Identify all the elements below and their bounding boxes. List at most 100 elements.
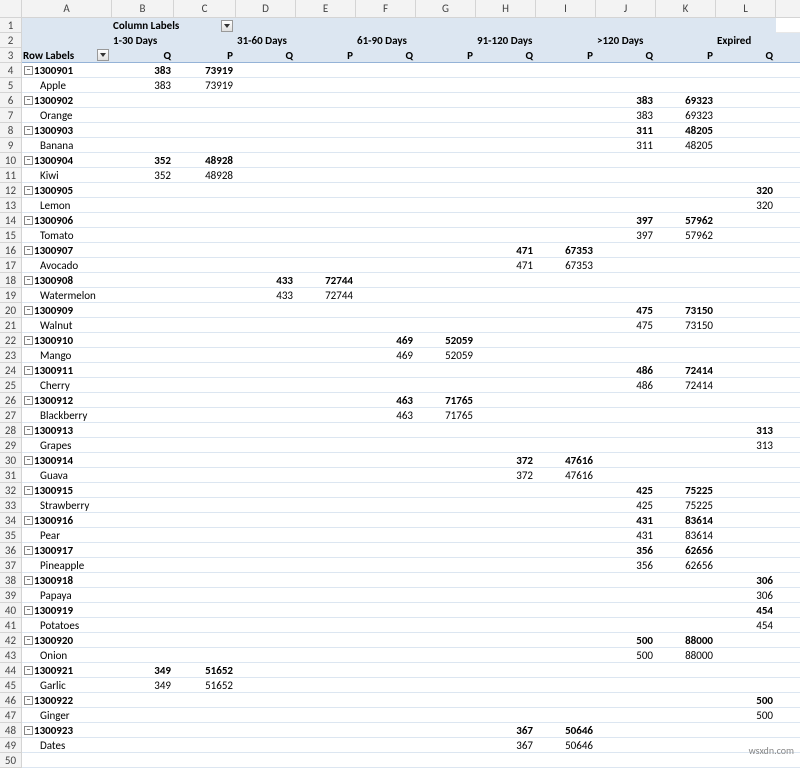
value-cell[interactable]: [236, 333, 296, 348]
collapse-icon[interactable]: −: [24, 516, 33, 525]
value-cell[interactable]: [716, 63, 776, 78]
value-cell[interactable]: 48928: [174, 168, 236, 183]
value-cell[interactable]: 372: [476, 468, 536, 483]
value-cell[interactable]: [476, 588, 536, 603]
value-cell[interactable]: [296, 348, 356, 363]
value-cell[interactable]: 75225: [656, 498, 716, 513]
pivot-item-label[interactable]: Cherry: [22, 378, 112, 393]
value-cell[interactable]: [174, 513, 236, 528]
value-cell[interactable]: 67353: [536, 243, 596, 258]
value-cell[interactable]: [112, 558, 174, 573]
row-number[interactable]: 15: [0, 228, 22, 243]
value-cell[interactable]: [536, 528, 596, 543]
collapse-icon[interactable]: −: [24, 546, 33, 555]
value-cell[interactable]: [476, 288, 536, 303]
value-cell[interactable]: [716, 453, 776, 468]
value-cell[interactable]: [236, 348, 296, 363]
value-cell[interactable]: [476, 393, 536, 408]
value-cell[interactable]: [656, 243, 716, 258]
value-cell[interactable]: [236, 78, 296, 93]
value-cell[interactable]: [476, 318, 536, 333]
value-cell[interactable]: [296, 63, 356, 78]
value-cell[interactable]: [776, 78, 800, 93]
value-cell[interactable]: [356, 558, 416, 573]
value-cell[interactable]: [416, 618, 476, 633]
value-cell[interactable]: [656, 678, 716, 693]
collapse-icon[interactable]: −: [24, 636, 33, 645]
value-cell[interactable]: [536, 543, 596, 558]
pivot-group-row[interactable]: −1300901: [22, 63, 112, 78]
value-cell[interactable]: [112, 393, 174, 408]
value-cell[interactable]: [476, 303, 536, 318]
value-cell[interactable]: [776, 288, 800, 303]
value-cell[interactable]: [476, 648, 536, 663]
value-cell[interactable]: [112, 498, 174, 513]
row-number[interactable]: 8: [0, 123, 22, 138]
column-header-K[interactable]: K: [656, 0, 716, 18]
value-cell[interactable]: [236, 483, 296, 498]
column-header-G[interactable]: G: [416, 0, 476, 18]
value-cell[interactable]: 463: [356, 393, 416, 408]
value-cell[interactable]: [716, 213, 776, 228]
row-number[interactable]: 39: [0, 588, 22, 603]
value-cell[interactable]: 57962: [656, 213, 716, 228]
value-cell[interactable]: [416, 153, 476, 168]
row-number[interactable]: 21: [0, 318, 22, 333]
value-cell[interactable]: [596, 663, 656, 678]
value-cell[interactable]: [656, 738, 716, 753]
value-cell[interactable]: 50646: [536, 723, 596, 738]
row-number[interactable]: 19: [0, 288, 22, 303]
value-cell[interactable]: [174, 723, 236, 738]
row-number[interactable]: 25: [0, 378, 22, 393]
value-cell[interactable]: [776, 213, 800, 228]
value-cell[interactable]: 471: [476, 258, 536, 273]
value-cell[interactable]: 306: [716, 573, 776, 588]
value-cell[interactable]: [536, 663, 596, 678]
value-cell[interactable]: [112, 408, 174, 423]
value-cell[interactable]: 469: [356, 348, 416, 363]
pivot-group-row[interactable]: −1300906: [22, 213, 112, 228]
value-cell[interactable]: [174, 633, 236, 648]
value-cell[interactable]: [236, 303, 296, 318]
value-cell[interactable]: [112, 318, 174, 333]
pivot-item-label[interactable]: Garlic: [22, 678, 112, 693]
value-cell[interactable]: [716, 483, 776, 498]
value-cell[interactable]: 72744: [296, 273, 356, 288]
value-cell[interactable]: [656, 183, 716, 198]
collapse-icon[interactable]: −: [24, 186, 33, 195]
value-cell[interactable]: [776, 678, 800, 693]
value-cell[interactable]: [776, 63, 800, 78]
pivot-group-row[interactable]: −1300909: [22, 303, 112, 318]
value-cell[interactable]: [236, 453, 296, 468]
value-cell[interactable]: [296, 648, 356, 663]
value-cell[interactable]: [476, 753, 536, 768]
value-cell[interactable]: [236, 108, 296, 123]
value-cell[interactable]: [416, 228, 476, 243]
value-cell[interactable]: [776, 108, 800, 123]
value-cell[interactable]: [174, 258, 236, 273]
value-cell[interactable]: 471: [476, 243, 536, 258]
row-number[interactable]: 12: [0, 183, 22, 198]
row-number[interactable]: 6: [0, 93, 22, 108]
value-cell[interactable]: [356, 663, 416, 678]
value-cell[interactable]: 356: [596, 558, 656, 573]
column-header-B[interactable]: B: [112, 0, 174, 18]
row-number[interactable]: 2: [0, 33, 22, 48]
value-cell[interactable]: [476, 513, 536, 528]
row-number[interactable]: 1: [0, 18, 22, 33]
value-cell[interactable]: [416, 63, 476, 78]
value-cell[interactable]: [536, 108, 596, 123]
value-cell[interactable]: [416, 468, 476, 483]
value-cell[interactable]: [656, 618, 716, 633]
value-cell[interactable]: [416, 378, 476, 393]
row-labels-filter-icon[interactable]: [97, 49, 109, 61]
value-cell[interactable]: [536, 693, 596, 708]
value-cell[interactable]: [296, 468, 356, 483]
pivot-group-row[interactable]: −1300903: [22, 123, 112, 138]
value-cell[interactable]: [536, 678, 596, 693]
value-cell[interactable]: [536, 153, 596, 168]
value-cell[interactable]: [416, 528, 476, 543]
value-cell[interactable]: [236, 153, 296, 168]
value-cell[interactable]: [776, 138, 800, 153]
value-cell[interactable]: [356, 198, 416, 213]
